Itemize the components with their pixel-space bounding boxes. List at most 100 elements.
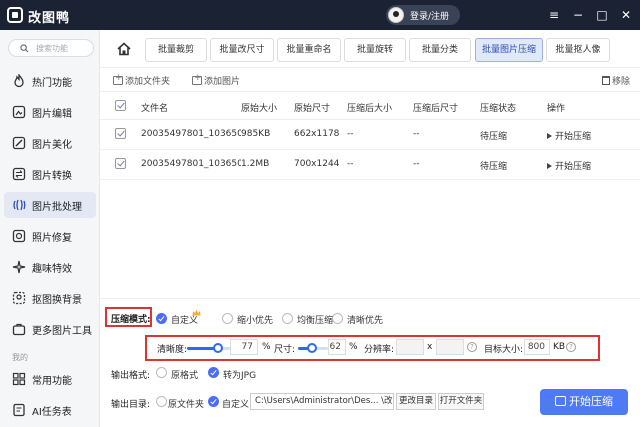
maximize-icon[interactable]: □ [593, 6, 611, 24]
open-folder-button[interactable]: 打开文件夹 [438, 393, 484, 410]
table-row[interactable]: 20035497801_103650372... 1.2MB 700x1244 … [100, 150, 640, 180]
clarity-label: 清晰度: [157, 345, 188, 355]
sidebar-item-fun-effects[interactable]: 趣味特效 [4, 254, 96, 280]
sidebar-item-label: 趣味特效 [32, 264, 72, 275]
format-jpg-label[interactable]: 转为JPG [223, 368, 256, 381]
tab-batch-compress[interactable]: 批量图片压缩 [475, 38, 543, 62]
select-all-checkbox[interactable] [115, 100, 126, 111]
tab-batch-resize[interactable]: 批量改尺寸 [210, 38, 274, 62]
tab-batch-portrait[interactable]: 批量抠人像 [546, 38, 610, 62]
row-start-button[interactable]: 开始压缩 [547, 129, 591, 142]
change-dir-button[interactable]: 更改目录 [396, 393, 436, 410]
row-orig-size: 985KB [241, 129, 271, 139]
resolution-label: 分辨率: [364, 345, 395, 355]
convert-icon [12, 167, 26, 181]
mode-smaller-label[interactable]: 缩小优先 [237, 313, 273, 326]
app-logo-icon [7, 7, 23, 23]
row-orig-size: 1.2MB [241, 159, 270, 169]
col-orig-dim: 原始尺寸 [294, 104, 331, 114]
format-original-radio[interactable] [156, 367, 167, 378]
sparkle-icon [12, 260, 26, 274]
mode-clarity-label[interactable]: 清晰优先 [347, 313, 383, 326]
start-compress-button[interactable]: 开始压缩 [540, 389, 628, 415]
add-folder-button[interactable]: 添加文件夹 [113, 73, 170, 87]
sidebar-item-label: 图片编辑 [32, 109, 72, 120]
dir-custom-label[interactable]: 自定义 [222, 397, 249, 410]
mode-balanced-label[interactable]: 均衡压缩 [297, 313, 333, 326]
resolution-width-input[interactable] [396, 339, 424, 355]
sidebar-item-label: 图片美化 [32, 140, 72, 151]
sidebar-item-label: 图片批处理 [32, 202, 82, 213]
file-toolbar: 添加文件夹 添加图片 移除 [100, 68, 640, 92]
size-input[interactable]: 62 [328, 339, 346, 355]
cutout-icon [12, 291, 26, 305]
clarity-input[interactable]: 77 [230, 339, 258, 355]
row-checkbox[interactable] [115, 128, 126, 139]
grid-icon [12, 372, 26, 386]
sidebar-item-beautify[interactable]: 图片美化 [4, 130, 96, 156]
flame-icon [14, 74, 24, 88]
size-slider[interactable] [298, 343, 328, 353]
row-checkbox[interactable] [115, 158, 126, 169]
brush-icon [12, 136, 26, 150]
col-status: 压缩状态 [480, 104, 517, 114]
row-orig-dim: 662x1178 [294, 129, 340, 139]
dir-original-label[interactable]: 原文件夹 [168, 397, 204, 410]
tab-batch-rename[interactable]: 批量重命名 [277, 38, 341, 62]
trash-icon [602, 76, 610, 85]
sidebar-item-cutout[interactable]: 抠图换背景 [4, 285, 96, 311]
sidebar-item-restore[interactable]: 照片修复 [4, 223, 96, 249]
output-dir-label: 输出目录: [111, 400, 151, 410]
format-original-label[interactable]: 原格式 [171, 368, 198, 381]
dir-custom-radio[interactable] [208, 396, 219, 407]
resolution-help-icon[interactable]: ? [467, 342, 477, 352]
sidebar-item-favorites[interactable]: 常用功能 [4, 366, 96, 392]
sidebar-item-batch[interactable]: 图片批处理 [4, 192, 96, 218]
sidebar-item-hot[interactable]: 热门功能 [4, 68, 96, 94]
col-comp-dim: 压缩后尺寸 [413, 104, 459, 114]
search-input[interactable]: 搜索功能 [8, 39, 94, 57]
target-help-icon[interactable]: ? [566, 342, 576, 352]
sidebar-item-more-tools[interactable]: 更多图片工具 [4, 316, 96, 342]
tab-batch-classify[interactable]: 批量分类 [409, 38, 471, 62]
resolution-height-input[interactable] [436, 339, 464, 355]
col-action: 操作 [547, 104, 566, 114]
output-path-field[interactable]: C:\Users\Administrator\Des... \改图鸭 [250, 393, 394, 410]
target-size-label: 目标大小: [484, 345, 524, 355]
table-row[interactable]: 20035497801_103650341... 985KB 662x1178 … [100, 120, 640, 150]
row-comp-size: -- [347, 129, 354, 139]
dir-original-radio[interactable] [156, 396, 167, 407]
add-image-label: 添加图片 [204, 77, 241, 87]
mode-custom-radio[interactable] [156, 313, 167, 324]
clarity-slider-knob[interactable] [213, 343, 223, 353]
remove-button[interactable]: 移除 [602, 74, 630, 87]
sidebar-item-image-edit[interactable]: 图片编辑 [4, 99, 96, 125]
menu-icon[interactable]: ≡ [545, 6, 563, 24]
col-orig-size: 原始大小 [241, 104, 278, 114]
add-folder-icon [113, 73, 123, 85]
tab-batch-rotate[interactable]: 批量旋转 [344, 38, 406, 62]
mode-balanced-radio[interactable] [282, 313, 293, 324]
col-comp-size: 压缩后大小 [347, 104, 393, 114]
size-percent: % [349, 342, 358, 352]
search-placeholder: 搜索功能 [36, 44, 68, 53]
sidebar-item-label: 常用功能 [32, 376, 72, 387]
table-header: 文件名 原始大小 原始尺寸 压缩后大小 压缩后尺寸 压缩状态 操作 [100, 92, 640, 120]
close-icon[interactable]: ✕ [617, 6, 635, 24]
add-image-button[interactable]: 添加图片 [192, 73, 241, 87]
sidebar-item-ai-tasks[interactable]: AI任务表 [4, 397, 96, 423]
restore-icon [12, 229, 26, 243]
row-start-button[interactable]: 开始压缩 [547, 159, 591, 172]
minimize-icon[interactable]: − [569, 6, 587, 24]
home-icon[interactable] [116, 41, 132, 57]
target-size-input[interactable]: 800 [524, 339, 550, 355]
batch-icon [13, 199, 26, 211]
sidebar-item-convert[interactable]: 图片转换 [4, 161, 96, 187]
mode-clarity-radio[interactable] [332, 313, 343, 324]
size-slider-knob[interactable] [307, 343, 317, 353]
tab-batch-crop[interactable]: 批量裁剪 [145, 38, 207, 62]
format-jpg-radio[interactable] [208, 367, 219, 378]
mode-smaller-radio[interactable] [222, 313, 233, 324]
login-button[interactable]: 登录/注册 [386, 5, 460, 25]
ai-task-icon [13, 403, 25, 417]
